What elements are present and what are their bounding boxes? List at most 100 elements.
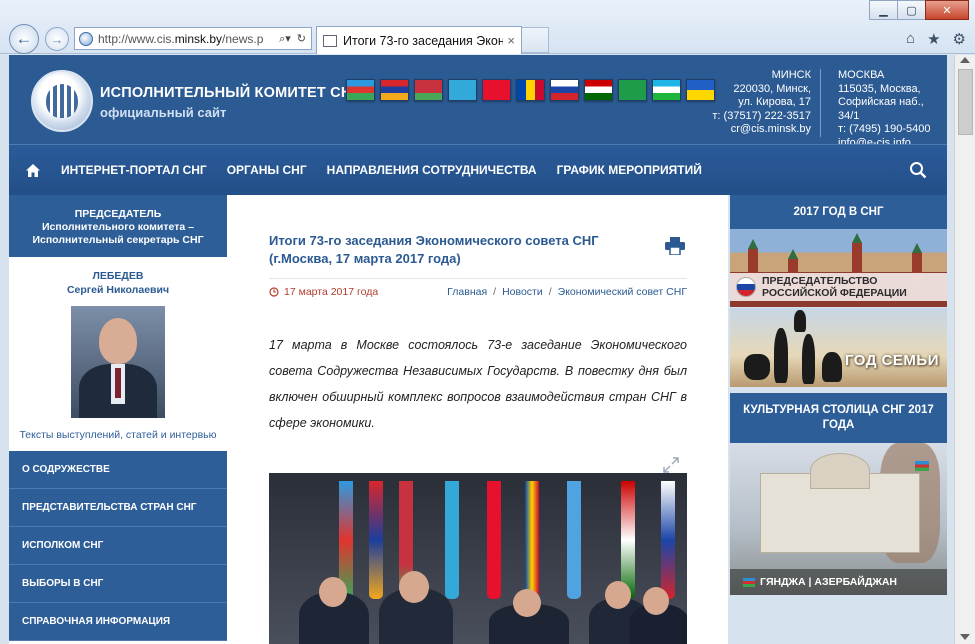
site-header: ИСПОЛНИТЕЛЬНЫЙ КОМИТЕТ СНГ официальный с…	[9, 55, 947, 149]
minsk-email[interactable]: cr@cis.minsk.by	[712, 123, 811, 137]
photo-flag	[487, 481, 501, 599]
breadcrumb-separator: /	[548, 286, 552, 298]
chairman-name[interactable]: ЛЕБЕДЕВ Сергей Николаевич	[9, 269, 227, 297]
flag-kazakhstan-icon[interactable]	[448, 79, 477, 101]
scroll-up-icon[interactable]	[960, 57, 970, 63]
minimize-button[interactable]: ▁	[869, 0, 898, 20]
forward-button[interactable]: →	[45, 27, 69, 51]
moscow-address-1: 115035, Москва,	[838, 82, 921, 95]
sidebar-item-elections[interactable]: ВЫБОРЫ В СНГ	[9, 565, 227, 603]
azerbaijan-flag-icon	[743, 577, 755, 587]
article-title: Итоги 73-го заседания Экономического сов…	[269, 233, 599, 266]
meeting-photo[interactable]	[269, 473, 687, 644]
chairman-title: ПРЕДСЕДАТЕЛЬ	[74, 208, 162, 220]
address-url[interactable]: http://www.cis.minsk.by/news.p	[98, 32, 274, 46]
banner-ganja[interactable]: ГЯНДЖА | АЗЕРБАЙДЖАН	[730, 443, 947, 595]
article-date-text: 17 марта 2017 года	[284, 286, 379, 298]
favorites-star-icon[interactable]: ★	[927, 30, 940, 48]
flag-uzbekistan-icon[interactable]	[652, 79, 681, 101]
nav-search-button[interactable]	[909, 161, 927, 184]
flag-azerbaijan-icon[interactable]	[346, 79, 375, 101]
globe-icon	[79, 31, 93, 46]
flag-russia-icon[interactable]	[550, 79, 579, 101]
site: ИСПОЛНИТЕЛЬНЫЙ КОМИТЕТ СНГ официальный с…	[9, 55, 947, 644]
russia-flag-icon	[736, 277, 756, 297]
chairman-photo[interactable]	[71, 306, 165, 418]
photo-flag	[567, 481, 581, 599]
scroll-down-icon[interactable]	[960, 634, 970, 640]
meta-divider	[269, 278, 687, 279]
speeches-link[interactable]: Тексты выступлений, статей и интервью	[9, 429, 227, 441]
sidebar-item-executive-committee[interactable]: ИСПОЛКОМ СНГ	[9, 527, 227, 565]
photo-flag	[369, 481, 383, 599]
sidebar-item-about[interactable]: О СОДРУЖЕСТВЕ	[9, 451, 227, 489]
address-bar[interactable]: http://www.cis.minsk.by/news.p ⌕▾ ↻	[74, 27, 312, 50]
cis-logo[interactable]	[31, 70, 93, 132]
moscow-address-2: Софийская наб., 34/1	[838, 96, 924, 122]
sidebar-menu: О СОДРУЖЕСТВЕ ПРЕДСТАВИТЕЛЬСТВА СТРАН СН…	[9, 451, 227, 641]
article-lead: 17 марта в Москве состоялось 73-е заседа…	[269, 338, 687, 430]
flag-moldova-icon[interactable]	[516, 79, 545, 101]
nav-item-bodies[interactable]: ОРГАНЫ СНГ	[227, 163, 307, 177]
flag-ukraine-icon[interactable]	[686, 79, 715, 101]
country-flags	[346, 79, 715, 101]
moscow-phone: т: (7495) 190-5400	[838, 123, 931, 135]
maximize-button[interactable]: ▢	[897, 0, 926, 20]
vertical-scrollbar[interactable]	[954, 55, 975, 644]
brand-title[interactable]: ИСПОЛНИТЕЛЬНЫЙ КОМИТЕТ СНГ	[100, 85, 360, 101]
nav-item-schedule[interactable]: ГРАФИК МЕРОПРИЯТИЙ	[557, 163, 702, 177]
minsk-city: МИНСК	[771, 69, 811, 81]
article-date: 17 марта 2017 года	[269, 286, 378, 298]
article: Итоги 73-го заседания Экономического сов…	[227, 195, 728, 644]
new-tab-button[interactable]	[522, 27, 549, 53]
culture-capital-header[interactable]: КУЛЬТУРНАЯ СТОЛИЦА СНГ 2017 ГОДА	[730, 393, 947, 443]
photo-flag	[661, 481, 675, 599]
banner-ganja-text: ГЯНДЖА | АЗЕРБАЙДЖАН	[760, 576, 897, 588]
browser-toolbar-icons: ⌂ ★ ⚙	[906, 30, 966, 48]
photo-head	[399, 571, 429, 603]
minsk-address-1: 220030, Минск,	[733, 82, 811, 95]
banner-russian-presidency[interactable]: ПРЕДСЕДАТЕЛЬСТВО РОССИЙСКОЙ ФЕДЕРАЦИИ	[730, 229, 947, 307]
minsk-phone: т: (37517) 222-3517	[712, 109, 811, 122]
family-silhouette	[774, 328, 788, 383]
print-button[interactable]	[665, 237, 685, 260]
chairman-title-2: Исполнительного комитета –	[42, 221, 194, 233]
close-window-button[interactable]: ✕	[925, 0, 969, 20]
breadcrumb-home[interactable]: Главная	[447, 286, 487, 298]
contact-moscow: МОСКВА 115035, Москва, Софийская наб., 3…	[838, 69, 947, 150]
photo-tie	[115, 368, 121, 398]
back-button[interactable]: ←	[9, 24, 39, 54]
flag-turkmenistan-icon[interactable]	[618, 79, 647, 101]
tab-close-button[interactable]: ×	[507, 33, 515, 48]
home-icon	[26, 163, 40, 177]
nav-item-portal[interactable]: ИНТЕРНЕТ-ПОРТАЛ СНГ	[61, 163, 207, 177]
browser-chrome: ▁ ▢ ✕ ← → http://www.cis.minsk.by/news.p…	[0, 0, 975, 54]
banner-year-of-family[interactable]: ГОД СЕМЬИ	[730, 308, 947, 387]
flag-tajikistan-icon[interactable]	[584, 79, 613, 101]
flag-kyrgyzstan-icon[interactable]	[482, 79, 511, 101]
banner-ganja-caption: ГЯНДЖА | АЗЕРБАЙДЖАН	[730, 569, 947, 595]
settings-gear-icon[interactable]: ⚙	[953, 30, 966, 48]
minsk-address-2: ул. Кирова, 17	[738, 96, 811, 108]
breadcrumb: Главная / Новости / Экономический совет СНГ	[445, 286, 687, 298]
flag-belarus-icon[interactable]	[414, 79, 443, 101]
browser-tab-active[interactable]: Итоги 73-го заседания Эконо… ×	[316, 26, 522, 54]
banner-dome	[810, 453, 870, 489]
sidebar-item-representations[interactable]: ПРЕДСТАВИТЕЛЬСТВА СТРАН СНГ	[9, 489, 227, 527]
search-dropdown-icon[interactable]: ⌕▾	[279, 32, 291, 46]
home-icon[interactable]: ⌂	[906, 30, 915, 48]
photo-head	[643, 587, 669, 615]
breadcrumb-news[interactable]: Новости	[502, 286, 543, 298]
flag-armenia-icon[interactable]	[380, 79, 409, 101]
breadcrumb-economic-council[interactable]: Экономический совет СНГ	[558, 286, 687, 298]
sidebar-item-reference[interactable]: СПРАВОЧНАЯ ИНФОРМАЦИЯ	[9, 603, 227, 641]
scroll-thumb[interactable]	[958, 69, 973, 135]
photo-head	[319, 577, 347, 607]
breadcrumb-separator: /	[493, 286, 497, 298]
nav-home-button[interactable]	[17, 163, 49, 178]
refresh-icon[interactable]: ↻	[297, 32, 306, 46]
printer-icon	[665, 237, 685, 256]
family-silhouette	[822, 352, 842, 382]
nav-item-cooperation[interactable]: НАПРАВЛЕНИЯ СОТРУДНИЧЕСТВА	[327, 163, 537, 177]
year-in-cis-header[interactable]: 2017 ГОД В СНГ	[730, 195, 947, 229]
